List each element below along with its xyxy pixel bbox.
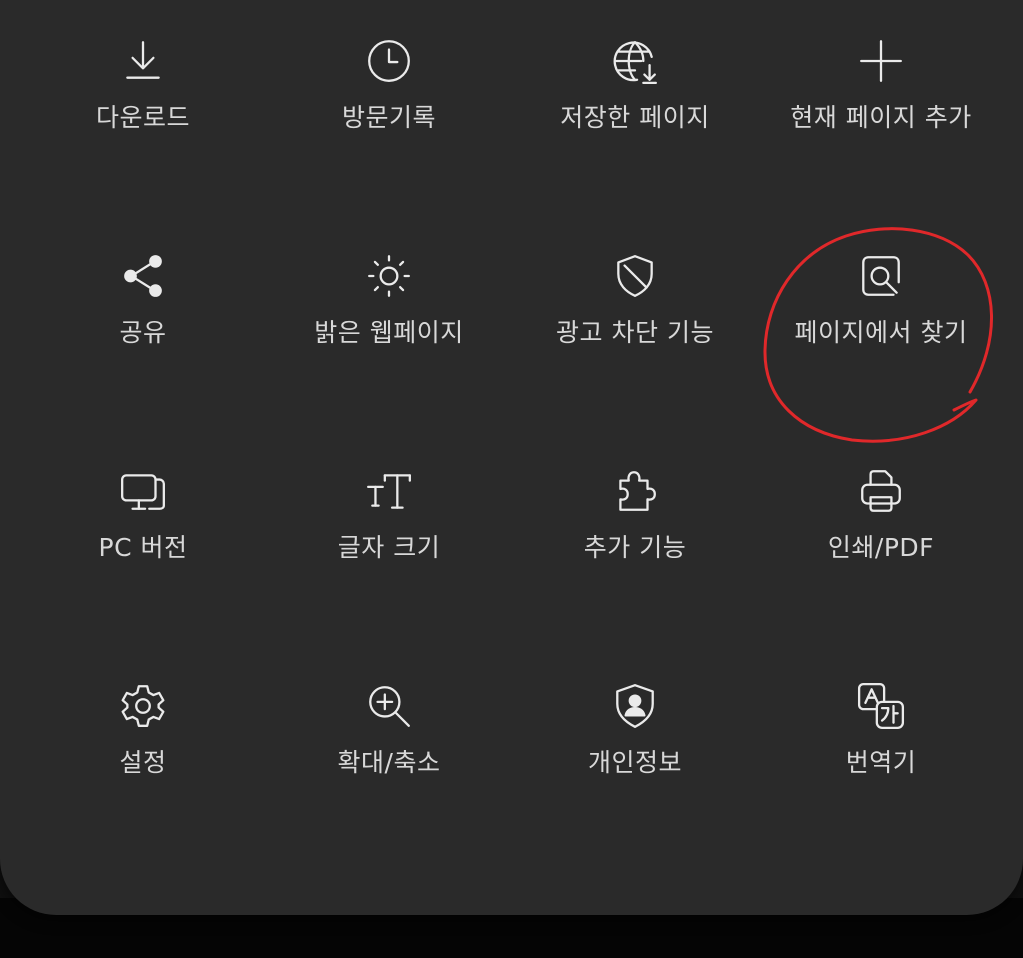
menu-item-text-size[interactable]: 글자 크기: [266, 430, 512, 645]
menu-item-add-ons[interactable]: 추가 기능: [512, 430, 758, 645]
menu-item-saved-pages[interactable]: 저장한 페이지: [512, 0, 758, 215]
globe-download-icon: [608, 34, 662, 88]
menu-item-downloads[interactable]: 다운로드: [20, 0, 266, 215]
menu-item-print-pdf[interactable]: 인쇄/PDF: [758, 430, 1004, 645]
translate-icon: [854, 679, 908, 733]
clock-icon: [362, 34, 416, 88]
menu-item-label: 추가 기능: [583, 533, 687, 562]
menu-item-label: 다운로드: [95, 103, 190, 132]
menu-item-label: 확대/축소: [337, 748, 441, 777]
find-in-page-icon: [854, 249, 908, 303]
menu-item-label: PC 버전: [98, 533, 188, 562]
menu-item-pc-version[interactable]: PC 버전: [20, 430, 266, 645]
plus-icon: [854, 34, 908, 88]
menu-item-label: 번역기: [845, 748, 917, 777]
browser-menu-panel: 다운로드 방문기록 저장한 페이지 현재 페이지 추가 공유 밝은 웹페이지 광…: [0, 0, 1023, 915]
zoom-in-icon: [362, 679, 416, 733]
menu-item-label: 공유: [119, 318, 167, 347]
printer-icon: [854, 464, 908, 518]
menu-item-privacy[interactable]: 개인정보: [512, 645, 758, 860]
menu-item-bright-webpage[interactable]: 밝은 웹페이지: [266, 215, 512, 430]
menu-item-share[interactable]: 공유: [20, 215, 266, 430]
menu-item-find-in-page[interactable]: 페이지에서 찾기: [758, 215, 1004, 430]
menu-item-label: 현재 페이지 추가: [790, 103, 972, 132]
menu-item-label: 광고 차단 기능: [556, 318, 714, 347]
menu-item-label: 개인정보: [587, 748, 682, 777]
menu-item-history[interactable]: 방문기록: [266, 0, 512, 215]
menu-item-label: 페이지에서 찾기: [794, 318, 968, 347]
menu-item-label: 방문기록: [341, 103, 436, 132]
menu-item-settings[interactable]: 설정: [20, 645, 266, 860]
menu-item-translator[interactable]: 번역기: [758, 645, 1004, 860]
share-icon: [116, 249, 170, 303]
menu-item-label: 저장한 페이지: [560, 103, 710, 132]
menu-item-add-current-page[interactable]: 현재 페이지 추가: [758, 0, 1004, 215]
menu-item-label: 글자 크기: [337, 533, 441, 562]
menu-item-label: 설정: [119, 748, 167, 777]
menu-item-zoom[interactable]: 확대/축소: [266, 645, 512, 860]
text-size-icon: [362, 464, 416, 518]
puzzle-icon: [608, 464, 662, 518]
menu-grid: 다운로드 방문기록 저장한 페이지 현재 페이지 추가 공유 밝은 웹페이지 광…: [20, 0, 1004, 862]
desktop-icon: [116, 464, 170, 518]
sun-icon: [362, 249, 416, 303]
download-icon: [116, 34, 170, 88]
menu-item-label: 밝은 웹페이지: [314, 318, 464, 347]
shield-block-icon: [608, 249, 662, 303]
gear-icon: [116, 679, 170, 733]
menu-item-label: 인쇄/PDF: [827, 533, 935, 562]
menu-item-ad-blocker[interactable]: 광고 차단 기능: [512, 215, 758, 430]
privacy-shield-icon: [608, 679, 662, 733]
